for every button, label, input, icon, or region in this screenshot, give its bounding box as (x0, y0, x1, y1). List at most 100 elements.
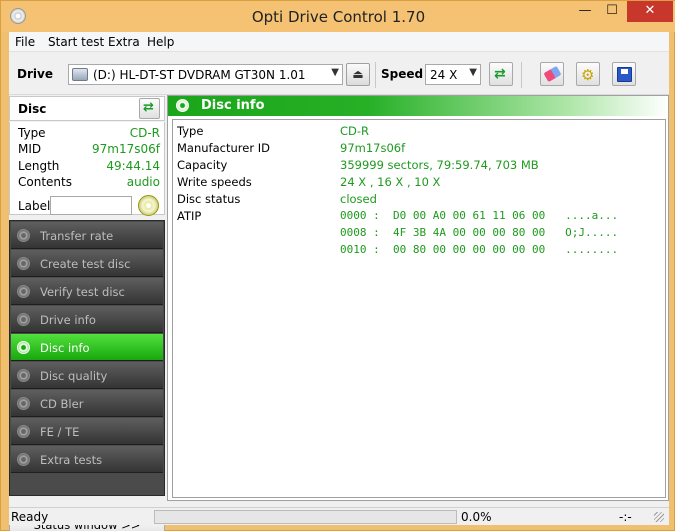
info-key: Write speeds (177, 175, 252, 189)
progress-percent: 0.0% (461, 510, 492, 524)
nav-item-label: Disc info (40, 341, 90, 355)
disc-header: Disc ⇄ (9, 96, 165, 121)
drive-label: Drive (17, 67, 53, 81)
nav-item-label: Transfer rate (40, 229, 114, 243)
disc-prop-value: 49:44.14 (106, 159, 160, 173)
info-row-manufacturer-id: Manufacturer ID 97m17s06f (177, 141, 657, 157)
close-button[interactable]: ✕ (627, 1, 673, 22)
nav-drive-info[interactable]: Drive info (11, 306, 163, 333)
minimize-button[interactable]: — (572, 1, 598, 22)
info-key: Type (177, 124, 204, 138)
chevron-down-icon[interactable]: ▼ (469, 67, 477, 78)
nav-transfer-rate[interactable]: Transfer rate (11, 222, 163, 249)
disc-icon (17, 313, 30, 326)
nav-fe-te[interactable]: FE / TE (11, 418, 163, 445)
info-row-type: Type CD-R (177, 124, 657, 140)
disc-prop-key: Type (18, 126, 46, 140)
atip-hex-line: 0000 : D0 00 A0 00 61 11 06 00 ....a... (340, 209, 619, 222)
nav-create-test-disc[interactable]: Create test disc (11, 250, 163, 277)
eraser-icon (543, 65, 562, 83)
nav-disc-info[interactable]: Disc info (11, 334, 163, 361)
info-row-disc-status: Disc status closed (177, 192, 657, 208)
disc-label-row: Label (18, 195, 160, 216)
info-value: CD-R (340, 124, 370, 138)
disc-refresh-button[interactable]: ⇄ (139, 98, 160, 119)
disc-prop-key: MID (18, 142, 42, 156)
nav-item-label: Verify test disc (40, 285, 125, 299)
disc-prop-mid: MID 97m17s06f (18, 142, 160, 158)
disc-info-table: Type CD-R Manufacturer ID 97m17s06f Capa… (172, 119, 666, 498)
speed-select[interactable]: 24 X ▼ (425, 64, 481, 85)
toolbar: Drive (D:) HL-DT-ST DVDRAM GT30N 1.01 ▼ … (9, 53, 669, 95)
disc-label-button[interactable] (138, 195, 159, 216)
erase-button[interactable] (540, 62, 564, 86)
drive-select[interactable]: (D:) HL-DT-ST DVDRAM GT30N 1.01 ▼ (68, 64, 343, 85)
drive-icon (72, 68, 88, 81)
disc-prop-key: Contents (18, 175, 72, 189)
refresh-speed-button[interactable]: ⇄ (489, 62, 513, 86)
disc-icon (17, 257, 30, 270)
info-key: Capacity (177, 158, 228, 172)
nav-item-label: Disc quality (40, 369, 108, 383)
disc-properties: Type CD-R MID 97m17s06f Length 49:44.14 … (9, 122, 165, 216)
nav-extra-tests[interactable]: Extra tests (11, 446, 163, 473)
nav-item-label: Extra tests (40, 453, 103, 467)
info-value: 97m17s06f (340, 141, 406, 155)
test-nav-list: Transfer rate Create test disc Verify te… (9, 220, 165, 496)
atip-hex-line: 0008 : 4F 3B 4A 00 00 00 80 00 O;J..... (340, 226, 619, 239)
disc-prop-type: Type CD-R (18, 126, 160, 142)
disc-info-panel: Disc info Type CD-R Manufacturer ID 97m1… (167, 95, 669, 501)
nav-disc-quality[interactable]: Disc quality (11, 362, 163, 389)
nav-item-label: Drive info (40, 313, 96, 327)
disc-label-input[interactable] (50, 196, 132, 215)
eject-button[interactable]: ⏏ (346, 63, 370, 86)
menu-bar: File Start test Extra Help (9, 32, 669, 52)
left-panel: Disc ⇄ Type CD-R MID 97m17s06f Length 49… (9, 96, 165, 531)
disc-prop-length: Length 49:44.14 (18, 159, 160, 175)
menu-help[interactable]: Help (147, 35, 174, 49)
menu-file[interactable]: File (15, 35, 35, 49)
menu-extra[interactable]: Extra (108, 35, 140, 49)
panel-header: Disc info (168, 96, 668, 116)
nav-verify-test-disc[interactable]: Verify test disc (11, 278, 163, 305)
nav-item-label: Create test disc (40, 257, 131, 271)
resize-grip[interactable] (654, 512, 664, 522)
client-area: File Start test Extra Help Drive (D:) HL… (9, 32, 669, 531)
nav-item-label: FE / TE (40, 425, 80, 439)
menu-start-test[interactable]: Start test (48, 35, 104, 49)
save-button[interactable] (612, 62, 636, 86)
settings-button[interactable]: ⚙ (576, 62, 600, 86)
disc-icon (176, 99, 189, 112)
nav-item-label: CD Bler (40, 397, 84, 411)
panel-title: Disc info (201, 98, 265, 113)
disc-icon (17, 397, 30, 410)
refresh-icon: ⇄ (143, 100, 154, 115)
status-time: -:- (619, 510, 632, 524)
disc-prop-value: audio (126, 175, 160, 189)
disc-icon (17, 285, 30, 298)
disc-prop-key: Length (18, 159, 60, 173)
maximize-button[interactable]: ☐ (599, 1, 625, 22)
disc-header-title: Disc (18, 102, 47, 116)
toolbar-separator (375, 62, 376, 88)
chevron-down-icon[interactable]: ▼ (331, 67, 339, 78)
disc-icon (17, 229, 30, 242)
info-row-write-speeds: Write speeds 24 X , 16 X , 10 X (177, 175, 657, 191)
title-bar[interactable]: Opti Drive Control 1.70 — ☐ ✕ (1, 1, 675, 32)
disc-prop-value: 97m17s06f (92, 142, 160, 156)
info-value: 24 X , 16 X , 10 X (340, 175, 441, 189)
status-bar: Ready 0.0% -:- (9, 507, 669, 525)
drive-select-value: (D:) HL-DT-ST DVDRAM GT30N 1.01 (93, 68, 306, 82)
nav-cd-bler[interactable]: CD Bler (11, 390, 163, 417)
info-key: ATIP (177, 209, 202, 223)
app-window: Opti Drive Control 1.70 — ☐ ✕ File Start… (0, 0, 675, 531)
disc-icon (17, 453, 30, 466)
disc-icon (17, 341, 30, 354)
speed-label: Speed (381, 67, 424, 81)
floppy-disk-icon (617, 67, 632, 82)
progress-bar (154, 510, 457, 524)
disc-icon (17, 369, 30, 382)
refresh-icon: ⇄ (494, 66, 506, 82)
gear-icon: ⚙ (581, 66, 595, 84)
info-value: closed (340, 192, 377, 206)
